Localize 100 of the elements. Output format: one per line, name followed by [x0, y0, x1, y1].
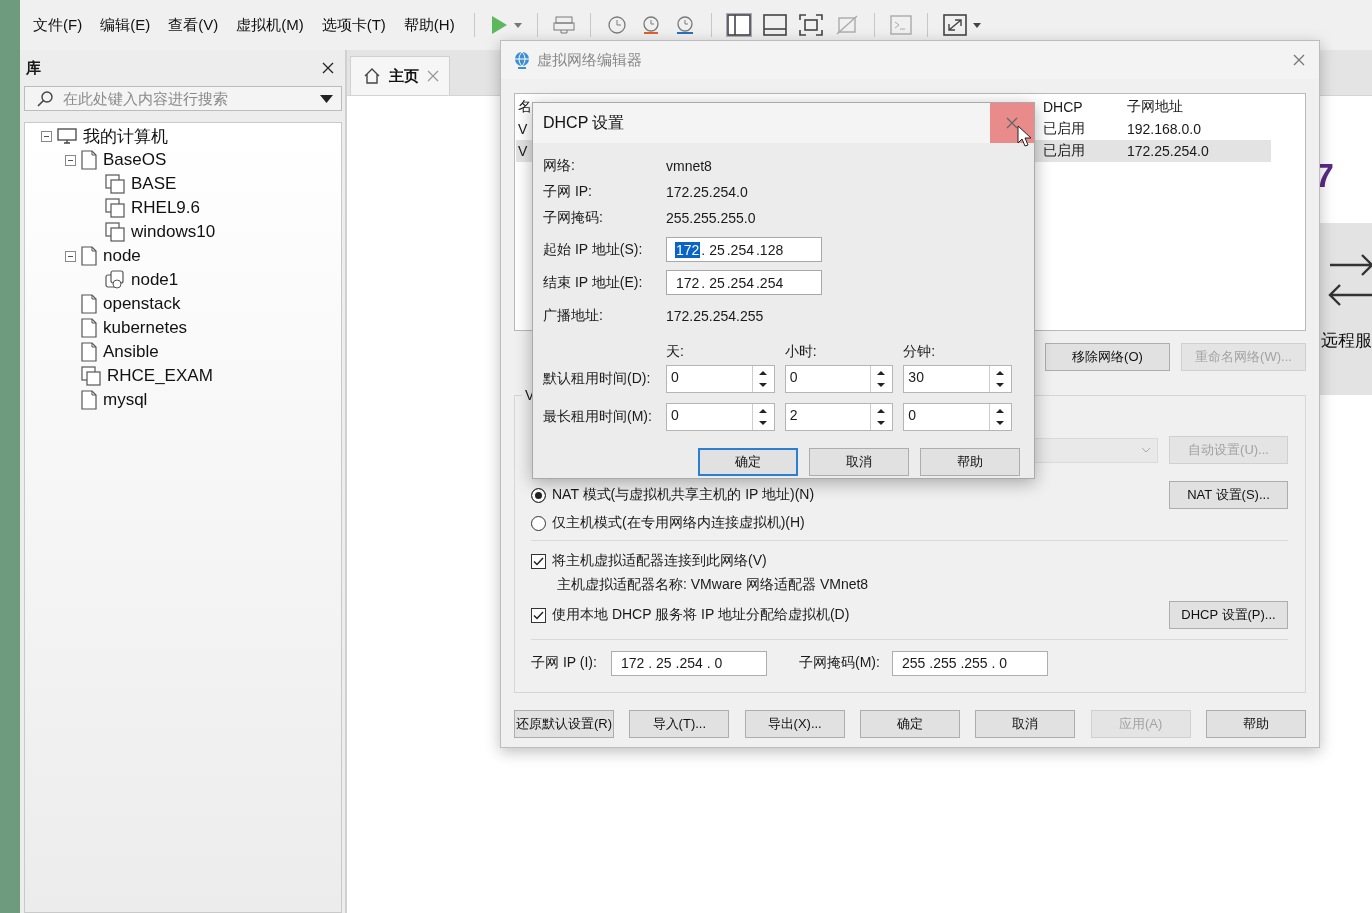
checkbox[interactable] [531, 607, 546, 623]
collapse-icon[interactable] [40, 130, 52, 142]
field-label: 子网掩码(M): [799, 654, 881, 672]
table-button[interactable]: 移除网络(O) [1045, 343, 1170, 371]
panel-layout-icon[interactable] [762, 14, 787, 36]
table-cell-text: 192.168.0.0 [1126, 121, 1201, 137]
caret-icon[interactable] [972, 22, 981, 28]
search-icon [37, 90, 53, 107]
spin-box[interactable]: 0 [666, 403, 775, 431]
ip-octet[interactable]: .128 [754, 241, 785, 258]
dialog-button[interactable]: 帮助 [1205, 710, 1306, 738]
dialog-button[interactable]: 还原默认设置(R) [514, 710, 614, 738]
column-header[interactable]: 子网地址 [1125, 98, 1183, 116]
table-cell-text: V [517, 143, 528, 159]
checkbox-label[interactable]: 使用本地 DHCP 服务将 IP 地址分配给虚拟机(D) [552, 606, 850, 624]
spin-box[interactable]: 0 [666, 365, 775, 393]
ip-octet[interactable]: .254 [725, 274, 755, 291]
dialog-button[interactable]: 确定 [860, 710, 960, 738]
radio-label[interactable]: 仅主机模式(在专用网络内连接虚拟机)(H) [552, 514, 805, 532]
ip-address-field[interactable]: 172. 25.254.128 [666, 237, 822, 262]
spin-box[interactable]: 2 [784, 403, 894, 431]
menu-item[interactable]: 查看(V) [160, 15, 227, 35]
table-cell-text: 172.25.254.0 [1126, 143, 1209, 159]
spin-box[interactable]: 0 [784, 365, 894, 393]
ip-octet[interactable]: . 25 [700, 241, 726, 258]
tree-item[interactable]: Ansible [103, 342, 159, 362]
monitor-icon [57, 128, 77, 144]
page-icon [81, 246, 97, 266]
ip-octet[interactable]: 172 [675, 241, 701, 258]
tree-item[interactable]: RHCE_EXAM [107, 366, 213, 386]
linked-squares-icon [105, 270, 125, 290]
column-header[interactable]: DHCP [1041, 99, 1083, 115]
field-value: vmnet8 [666, 158, 712, 174]
caret-icon[interactable] [320, 94, 333, 103]
spin-box[interactable]: 30 [903, 365, 1012, 393]
ip-octet[interactable]: .254 [754, 274, 785, 291]
radio-label[interactable]: NAT 模式(与虚拟机共享主机的 IP 地址)(N) [552, 486, 815, 504]
tree-item[interactable]: BASE [131, 174, 177, 194]
dialog-button[interactable]: 确定 [698, 448, 798, 476]
sidebar-layout-icon[interactable] [726, 14, 751, 36]
column-header[interactable]: 名 [516, 98, 532, 116]
tree-item[interactable]: kubernetes [103, 318, 188, 338]
ip-address-field[interactable]: 172. 25.254.254 [666, 270, 822, 295]
home-icon [363, 67, 381, 85]
field-label: 广播地址: [543, 307, 604, 325]
field-label: 结束 IP 地址(E): [543, 273, 644, 292]
overlapping-squares-icon [105, 222, 125, 242]
fit-screen-icon[interactable] [798, 14, 823, 36]
menu-item[interactable]: 帮助(H) [395, 15, 463, 35]
radio-button[interactable] [531, 487, 546, 503]
panel-title: 库 [26, 58, 41, 78]
ip-octet[interactable]: . 25 [700, 274, 726, 291]
page-icon [81, 150, 97, 170]
spin-box[interactable]: 0 [903, 403, 1012, 431]
checkbox[interactable] [531, 553, 546, 569]
field-value: 172.25.254.0 [666, 184, 748, 200]
clock-icon[interactable] [605, 14, 628, 36]
tree-item[interactable]: BaseOS [103, 150, 167, 170]
dhcp-settings-button[interactable]: DHCP 设置(P)... [1169, 601, 1288, 629]
column-label: 分钟: [903, 343, 936, 359]
tree-item[interactable]: openstack [103, 294, 181, 314]
dialog-button[interactable]: 导入(T)... [629, 710, 730, 738]
checkbox-label[interactable]: 将主机虚拟适配器连接到此网络(V) [552, 552, 767, 570]
ip-address-field[interactable]: 172 . 25 .254 . 0 [611, 650, 767, 676]
tree-item[interactable]: RHEL9.6 [131, 198, 200, 218]
menu-item[interactable]: 选项卡(T) [313, 15, 394, 35]
dialog-button[interactable]: 导出(X)... [744, 710, 845, 738]
dialog-button[interactable]: 帮助 [920, 448, 1020, 476]
search-field[interactable]: 在此处键入内容进行搜索 [24, 86, 342, 111]
ip-octet[interactable]: .254 [725, 241, 755, 258]
window-title: 虚拟网络编辑器 [537, 50, 643, 70]
devices-icon[interactable] [552, 15, 575, 35]
fullscreen-icon[interactable] [942, 14, 967, 36]
nat-settings-button[interactable]: NAT 设置(S)... [1169, 481, 1288, 509]
field-label: 子网 IP (I): [531, 654, 598, 672]
tree-item[interactable]: 我的计算机 [83, 124, 168, 148]
menu-item[interactable]: 文件(F) [25, 15, 91, 35]
overlapping-squares-icon [105, 174, 125, 194]
dialog-button[interactable]: 取消 [809, 448, 909, 476]
dialog-button[interactable]: 取消 [975, 710, 1076, 738]
ip-octet[interactable]: 172 [675, 274, 701, 291]
tab-label[interactable]: 主页 [389, 66, 419, 86]
tree-item[interactable]: node [103, 246, 141, 266]
collapse-icon[interactable] [64, 250, 76, 262]
menu-item[interactable]: 编辑(E) [92, 15, 159, 35]
radio-button[interactable] [531, 515, 546, 531]
close-button[interactable] [990, 103, 1034, 143]
tree-item[interactable]: mysql [103, 390, 148, 410]
close-icon[interactable] [322, 62, 334, 74]
tab[interactable]: 主页 [350, 56, 450, 95]
menu-item[interactable]: 虚拟机(M) [228, 15, 312, 35]
tree-item[interactable]: node1 [131, 270, 179, 290]
ip-address-field[interactable]: 255 .255 .255 . 0 [892, 650, 1048, 676]
globe-icon [513, 51, 531, 69]
collapse-icon[interactable] [64, 154, 76, 166]
field-label: 起始 IP 地址(S): [543, 240, 644, 259]
table-cell-text: 已启用 [1042, 142, 1085, 160]
overlapping-squares-icon [105, 198, 125, 218]
panel-label: 远程服 [1321, 330, 1372, 352]
tree-item[interactable]: windows10 [131, 222, 216, 242]
